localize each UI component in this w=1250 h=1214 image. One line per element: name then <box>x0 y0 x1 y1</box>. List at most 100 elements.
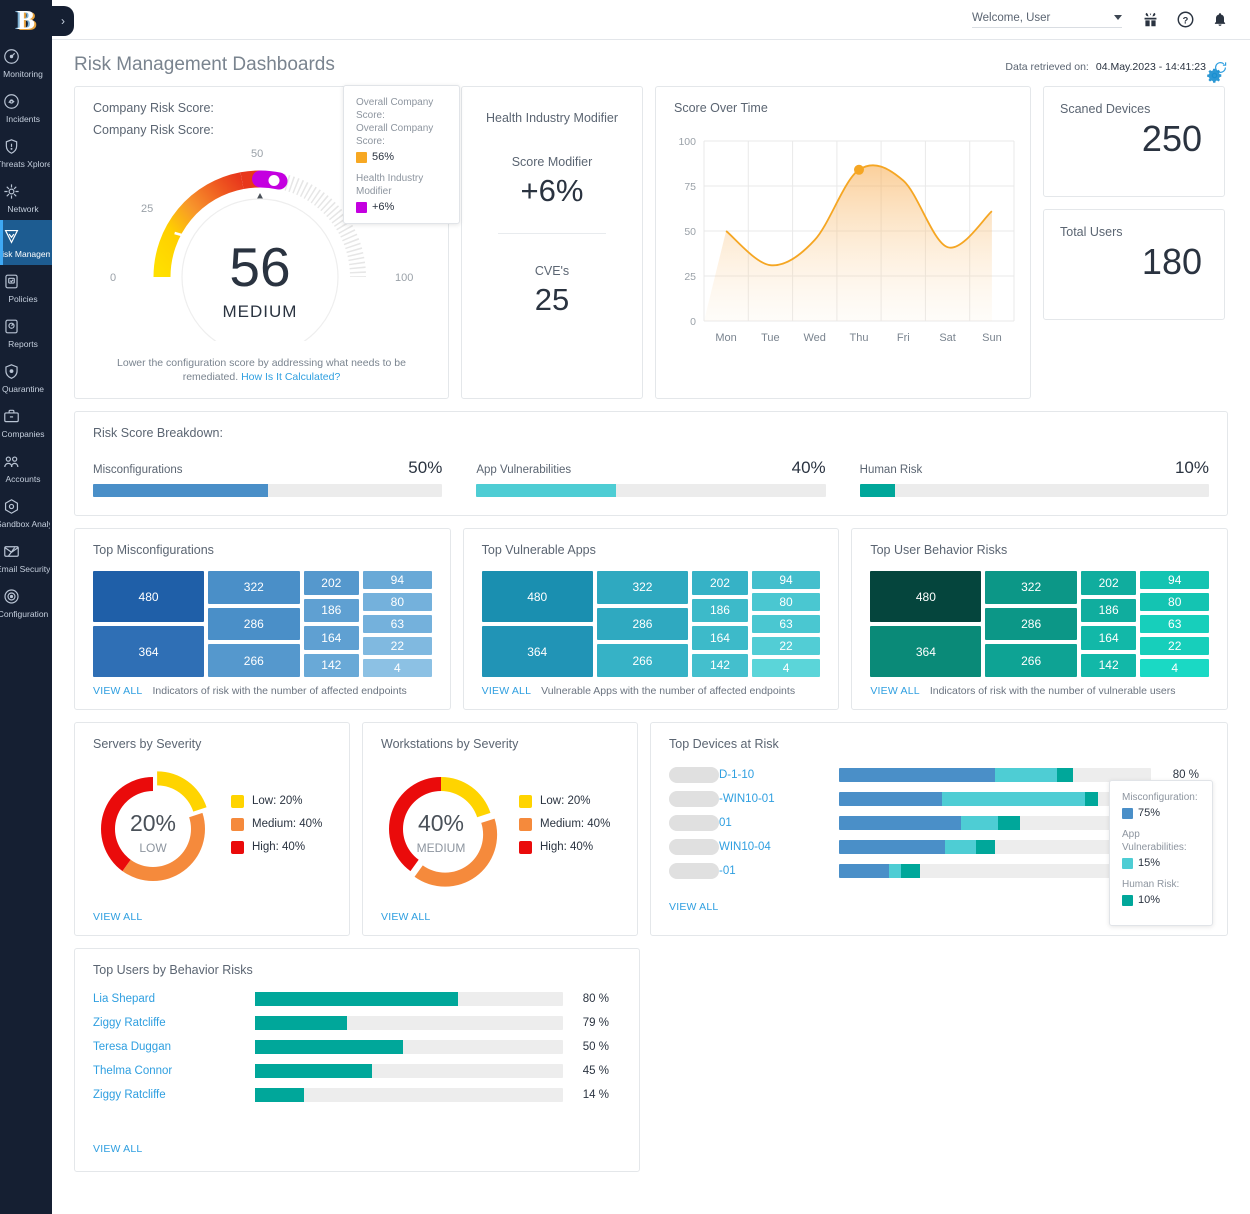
treemap-cell[interactable]: 286 <box>597 608 688 641</box>
treemap-cell[interactable]: 80 <box>1140 593 1209 611</box>
treemap-cell[interactable]: 202 <box>692 571 748 595</box>
monitoring-icon <box>2 47 50 66</box>
sidebar-item-email-security[interactable]: Email Security <box>0 535 52 580</box>
help-icon[interactable]: ? <box>1177 11 1194 28</box>
treemap: 480364322 286266 202 186 164 142 94 80 63 22 4 <box>464 557 839 677</box>
sidebar-item-policies[interactable]: Policies <box>0 265 52 310</box>
treemap-cell[interactable]: 164 <box>304 626 360 650</box>
treemap-cell[interactable]: 186 <box>692 599 748 623</box>
treemap-cell[interactable]: 364 <box>93 626 204 677</box>
device-name[interactable]: -WIN10-01 <box>669 791 839 807</box>
treemap-cell[interactable]: 94 <box>752 571 821 589</box>
sidebar-item-sandbox-analyzer[interactable]: Sandbox Analyzer <box>0 490 52 535</box>
treemap-cell[interactable]: 4 <box>752 659 821 677</box>
treemap-cell[interactable]: 63 <box>752 615 821 633</box>
treemap-cell[interactable]: 63 <box>363 615 432 633</box>
treemap-cell[interactable]: 164 <box>1081 626 1137 650</box>
treemap-cell[interactable]: 364 <box>482 626 593 677</box>
risk-breakdown-bars: Misconfigurations50%App Vulnerabilities4… <box>75 440 1227 497</box>
treemap-cell[interactable]: 364 <box>870 626 981 677</box>
treemap-cell[interactable]: 266 <box>985 644 1076 677</box>
sidebar-item-companies[interactable]: Companies <box>0 400 52 445</box>
treemap-cell[interactable]: 80 <box>363 593 432 611</box>
sidebar-item-monitoring[interactable]: Monitoring <box>0 40 52 85</box>
treemap-cell[interactable]: 266 <box>597 644 688 677</box>
user-menu-select[interactable]: Welcome, User <box>972 12 1122 28</box>
gauge-score-value: 56 <box>229 236 290 298</box>
treemap-cell[interactable]: 80 <box>752 593 821 611</box>
donut-legend-item[interactable]: High: 40% <box>231 841 322 854</box>
score-modifier-label: Score Modifier <box>462 125 642 169</box>
treemap-cell[interactable]: 322 <box>597 571 688 604</box>
donut-legend-item[interactable]: High: 40% <box>519 841 610 854</box>
donut-legend-item[interactable]: Low: 20% <box>519 795 610 808</box>
how-is-it-calculated-link[interactable]: How Is It Calculated? <box>241 371 340 383</box>
donut-legend-item[interactable]: Medium: 40% <box>231 818 322 831</box>
sidebar-item-quarantine[interactable]: Quarantine <box>0 355 52 400</box>
device-name[interactable]: -01 <box>669 863 839 879</box>
treemap-cell[interactable]: 202 <box>304 571 360 595</box>
treemap-cell[interactable]: 286 <box>985 608 1076 641</box>
view-all-link[interactable]: VIEW ALL <box>93 1143 142 1155</box>
gift-icon[interactable] <box>1142 11 1159 28</box>
treemap-cell[interactable]: 22 <box>752 637 821 655</box>
treemap-cell[interactable]: 4 <box>363 659 432 677</box>
sidebar-item-configuration[interactable]: Configuration <box>0 580 52 625</box>
gear-icon[interactable] <box>1206 67 1223 84</box>
bell-icon[interactable] <box>1212 11 1228 28</box>
view-all-link[interactable]: VIEW ALL <box>482 685 531 697</box>
treemap-cell[interactable]: 480 <box>93 571 204 622</box>
user-name-link[interactable]: Lia Shepard <box>93 993 255 1005</box>
treemap-cell[interactable]: 480 <box>870 571 981 622</box>
user-risk-fill <box>255 1064 372 1078</box>
view-all-link[interactable]: VIEW ALL <box>669 901 718 913</box>
risk-breakdown-item: Misconfigurations50% <box>93 458 442 497</box>
user-name-link[interactable]: Thelma Connor <box>93 1065 255 1077</box>
treemap-cell[interactable]: 322 <box>208 571 299 604</box>
treemap-cell[interactable]: 4 <box>1140 659 1209 677</box>
treemap-cell[interactable]: 22 <box>363 637 432 655</box>
view-all-link[interactable]: VIEW ALL <box>381 911 430 923</box>
sidebar-item-risk-management[interactable]: Risk Management <box>0 220 52 265</box>
score-over-time-title: Score Over Time <box>656 87 1030 115</box>
sidebar-item-incidents[interactable]: Incidents <box>0 85 52 130</box>
device-name[interactable]: 01 <box>669 815 839 831</box>
donut-slice[interactable] <box>157 771 206 811</box>
treemap-cell[interactable]: 186 <box>1081 599 1137 623</box>
treemap-cell[interactable]: 63 <box>1140 615 1209 633</box>
treemap-cell[interactable]: 142 <box>304 654 360 678</box>
treemap-cell[interactable]: 94 <box>363 571 432 589</box>
treemap-cell[interactable]: 164 <box>692 626 748 650</box>
treemap-cell[interactable]: 142 <box>692 654 748 678</box>
sidebar-item-accounts[interactable]: Accounts <box>0 445 52 490</box>
treemap-cell[interactable]: 266 <box>208 644 299 677</box>
network-icon <box>2 182 50 201</box>
view-all-link[interactable]: VIEW ALL <box>93 685 142 697</box>
top-devices-at-risk-card: Top Devices at Risk D-1-1080 %-WIN10-010… <box>650 722 1228 936</box>
view-all-link[interactable]: VIEW ALL <box>870 685 919 697</box>
dashboard-row-4: Servers by Severity 20%LOW Low: 20%Mediu… <box>74 722 1228 936</box>
app-logo[interactable]: B <box>0 0 52 40</box>
donut-legend-item[interactable]: Low: 20% <box>231 795 322 808</box>
donut-legend-item[interactable]: Medium: 40% <box>519 818 610 831</box>
treemap-cell[interactable]: 202 <box>1081 571 1137 595</box>
user-name-link[interactable]: Ziggy Ratcliffe <box>93 1089 255 1101</box>
treemap-cell[interactable]: 94 <box>1140 571 1209 589</box>
treemap-cell[interactable]: 142 <box>1081 654 1137 678</box>
treemap-cell[interactable]: 322 <box>985 571 1076 604</box>
device-name[interactable]: WIN10-04 <box>669 839 839 855</box>
sidebar-item-reports[interactable]: Reports <box>0 310 52 355</box>
treemap-cell[interactable]: 22 <box>1140 637 1209 655</box>
user-name-link[interactable]: Ziggy Ratcliffe <box>93 1017 255 1029</box>
device-name[interactable]: D-1-10 <box>669 767 839 783</box>
sidebar-item-network[interactable]: Network <box>0 175 52 220</box>
view-all-link[interactable]: VIEW ALL <box>93 911 142 923</box>
treemap-cell[interactable]: 480 <box>482 571 593 622</box>
servers-by-severity-card: Servers by Severity 20%LOW Low: 20%Mediu… <box>74 722 350 936</box>
user-name-link[interactable]: Teresa Duggan <box>93 1041 255 1053</box>
tooltip-key: App Vulnerabilities: <box>1122 828 1200 854</box>
sidebar-item-threats-xplorer[interactable]: Threats Xplorer <box>0 130 52 175</box>
treemap-cell[interactable]: 186 <box>304 599 360 623</box>
sidebar-expand-button[interactable]: › <box>52 6 74 36</box>
treemap-cell[interactable]: 286 <box>208 608 299 641</box>
